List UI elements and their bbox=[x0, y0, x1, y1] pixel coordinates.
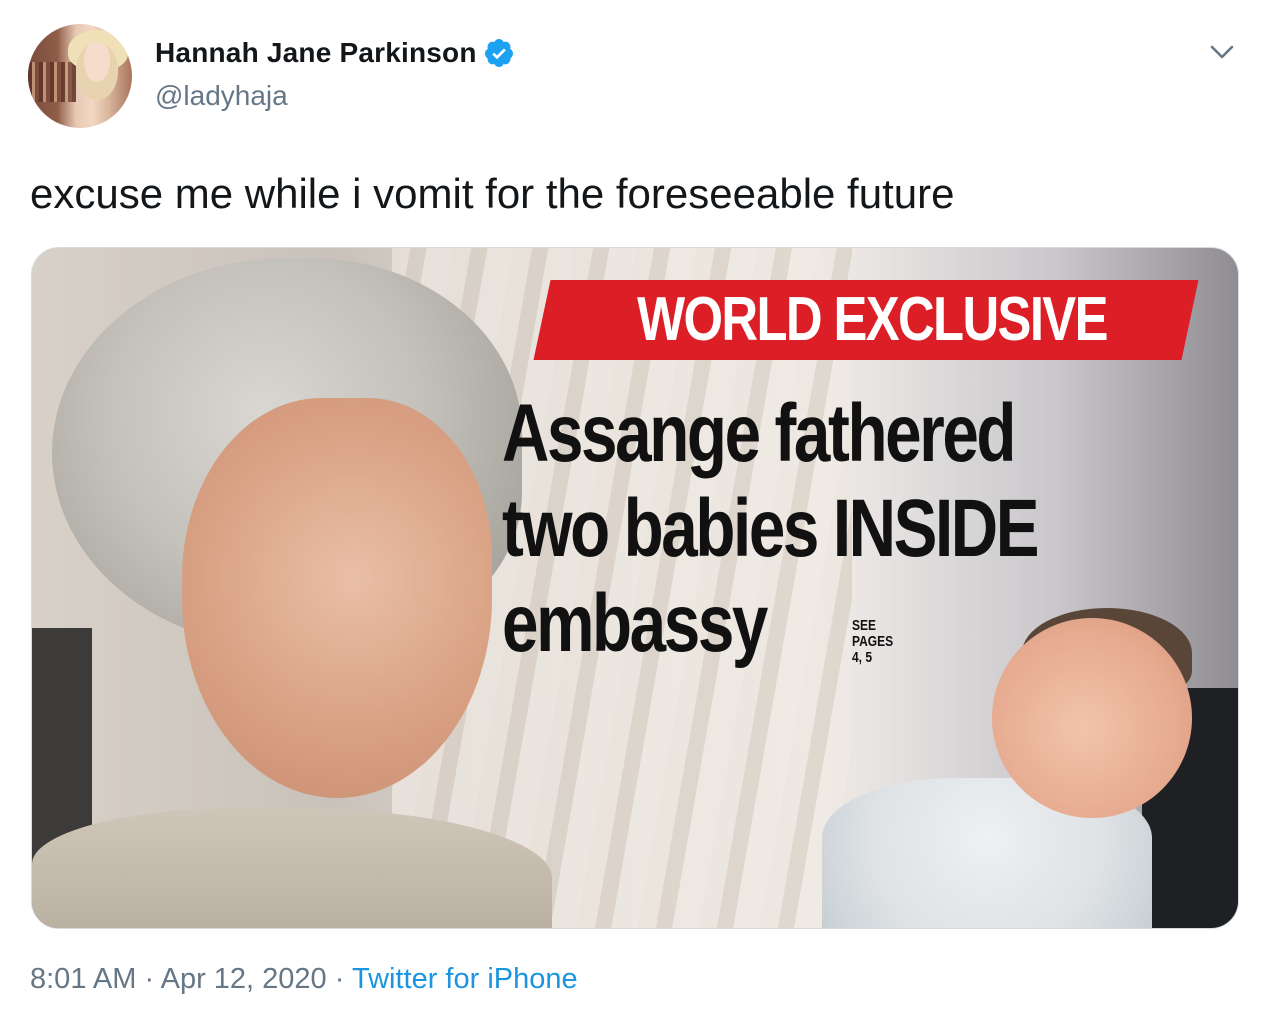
exclusive-banner-text: WORLD EXCLUSIVE bbox=[637, 285, 1108, 354]
tweet-media-image[interactable]: WORLD EXCLUSIVE Assange fathered two bab… bbox=[31, 247, 1239, 929]
verified-badge-icon bbox=[483, 37, 515, 69]
avatar-face bbox=[76, 42, 118, 100]
tweet-card: Hannah Jane Parkinson @ladyhaja excuse m… bbox=[0, 0, 1280, 1022]
headline-line-2: two babies INSIDE bbox=[502, 483, 1040, 574]
headline-line-3: embassy bbox=[502, 578, 768, 669]
chevron-down-icon[interactable] bbox=[1208, 40, 1236, 64]
see-pages-line-3: 4, 5 bbox=[852, 649, 873, 666]
see-pages-line-1: SEE bbox=[852, 617, 877, 634]
tweet-text: excuse me while i vomit for the foreseea… bbox=[30, 170, 955, 217]
author-name[interactable]: Hannah Jane Parkinson bbox=[155, 37, 477, 69]
meta-separator-2: · bbox=[334, 963, 345, 995]
see-pages-line-2: PAGES bbox=[852, 633, 894, 650]
avatar[interactable] bbox=[28, 24, 132, 128]
verified-badge-svg bbox=[484, 39, 513, 67]
tweet-time[interactable]: 8:01 AM bbox=[30, 963, 136, 995]
headline-line-1: Assange fathered bbox=[502, 388, 1016, 479]
avatar-bookshelf bbox=[28, 62, 76, 102]
meta-separator: · bbox=[144, 963, 155, 995]
headline: Assange fathered two babies INSIDE embas… bbox=[502, 386, 1040, 671]
tweet-source-link[interactable]: Twitter for iPhone bbox=[352, 963, 578, 995]
tweet-meta: 8:01 AM · Apr 12, 2020 · Twitter for iPh… bbox=[30, 963, 578, 996]
see-pages-note: SEE PAGES 4, 5 bbox=[852, 618, 893, 666]
author-name-row[interactable]: Hannah Jane Parkinson bbox=[155, 37, 515, 69]
man-face bbox=[182, 398, 492, 798]
author-handle[interactable]: @ladyhaja bbox=[155, 80, 288, 112]
tweet-date[interactable]: Apr 12, 2020 bbox=[161, 963, 327, 995]
